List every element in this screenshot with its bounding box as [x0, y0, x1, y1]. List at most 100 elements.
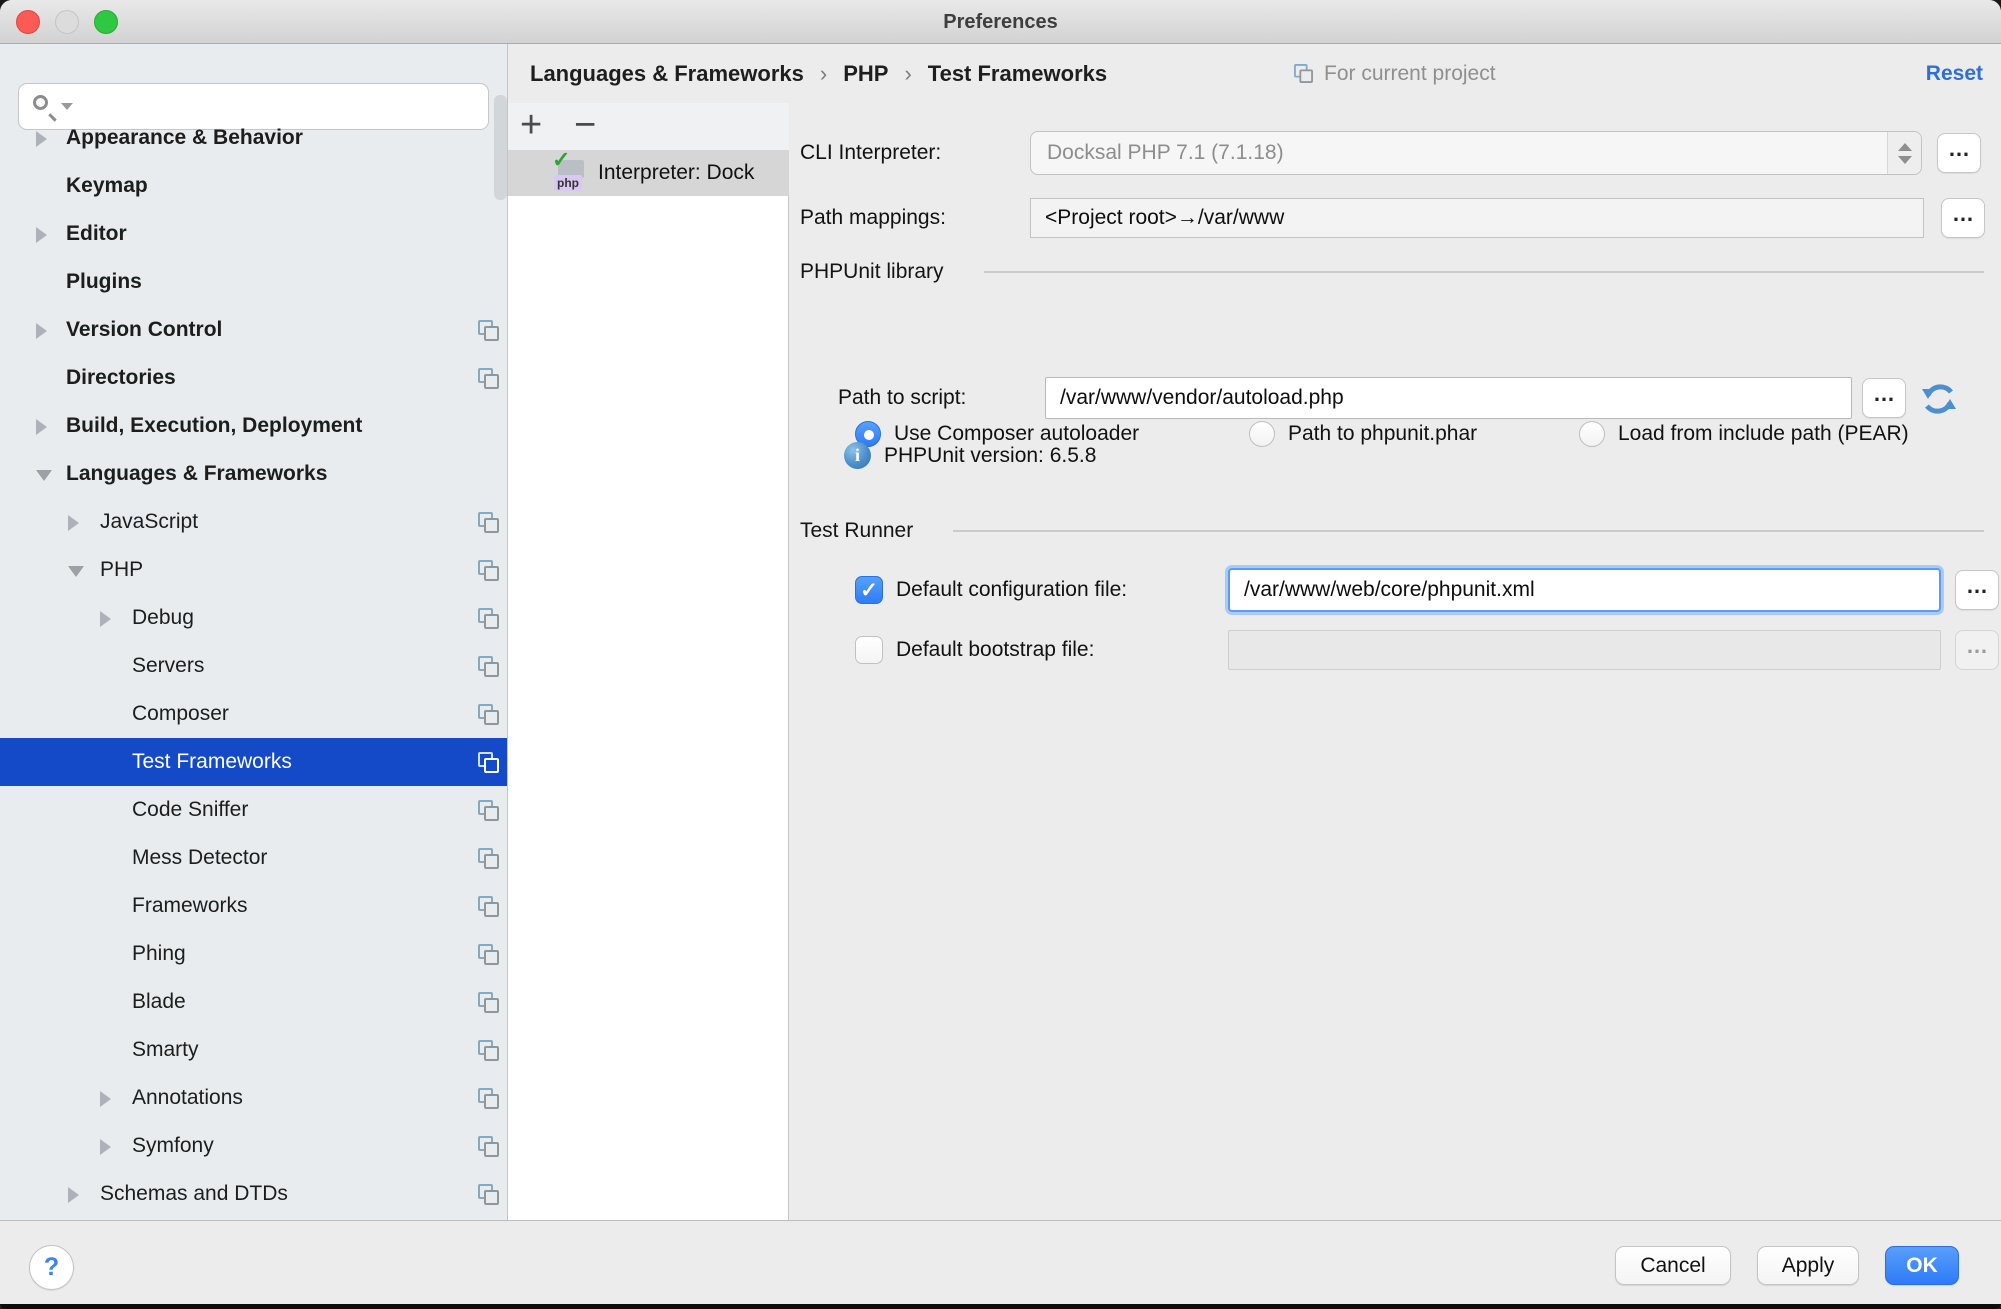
- shared-settings-icon: [477, 1183, 500, 1206]
- sidebar-item-label: Schemas and DTDs: [100, 1170, 288, 1218]
- sidebar-item-label: Keymap: [66, 162, 148, 210]
- sidebar-item-label: Symfony: [132, 1122, 214, 1170]
- sidebar-item-label: Phing: [132, 930, 186, 978]
- sidebar-item-label: JavaScript: [100, 498, 198, 546]
- combo-stepper-icon[interactable]: [1887, 132, 1921, 174]
- sidebar-item-directories[interactable]: Directories: [0, 354, 507, 402]
- cli-interpreter-select[interactable]: Docksal PHP 7.1 (7.1.18): [1030, 131, 1922, 175]
- default-bootstrap-file-checkbox[interactable]: [855, 636, 883, 664]
- chevron-right-icon[interactable]: [36, 227, 47, 243]
- help-button[interactable]: ?: [29, 1245, 74, 1290]
- sidebar-item-javascript[interactable]: JavaScript: [0, 498, 507, 546]
- sidebar-item-annotations[interactable]: Annotations: [0, 1074, 507, 1122]
- shared-settings-icon: [477, 559, 500, 582]
- sidebar-item-php[interactable]: PHP: [0, 546, 507, 594]
- shared-settings-icon: [477, 367, 500, 390]
- path-mappings-browse-button[interactable]: …: [1941, 198, 1985, 238]
- test-runner-title: Test Runner: [800, 519, 913, 543]
- sidebar-item-plugins[interactable]: Plugins: [0, 258, 507, 306]
- breadcrumb-test-frameworks[interactable]: Test Frameworks: [928, 61, 1107, 87]
- radio-load-from-include-path[interactable]: Load from include path (PEAR): [1579, 414, 1909, 454]
- radio-off-icon[interactable]: [1249, 421, 1275, 447]
- radio-path-to-phpunit-phar[interactable]: Path to phpunit.phar: [1249, 414, 1477, 454]
- phpunit-library-title: PHPUnit library: [800, 260, 944, 284]
- chevron-right-icon[interactable]: [36, 131, 47, 147]
- sidebar-item-editor[interactable]: Editor: [0, 210, 507, 258]
- sidebar-item-composer[interactable]: Composer: [0, 690, 507, 738]
- shared-settings-icon: [477, 511, 500, 534]
- sidebar-item-code-sniffer[interactable]: Code Sniffer: [0, 786, 507, 834]
- shared-settings-icon: [477, 1135, 500, 1158]
- reset-link[interactable]: Reset: [1926, 44, 1983, 103]
- interpreter-toolbar: + −: [508, 103, 789, 150]
- checkmark-icon: ✓: [856, 577, 882, 603]
- sidebar-item-build-execution-deployment[interactable]: Build, Execution, Deployment: [0, 402, 507, 450]
- sidebar-item-label: Editor: [66, 210, 127, 258]
- apply-button[interactable]: Apply: [1757, 1246, 1859, 1285]
- shared-settings-icon: [477, 799, 500, 822]
- breadcrumb-php[interactable]: PHP: [843, 61, 888, 87]
- remove-button[interactable]: −: [574, 103, 596, 150]
- path-to-script-input[interactable]: /var/www/vendor/autoload.php: [1045, 377, 1852, 419]
- sidebar-item-servers[interactable]: Servers: [0, 642, 507, 690]
- chevron-right-icon[interactable]: [36, 323, 47, 339]
- radio-off-icon[interactable]: [1579, 421, 1605, 447]
- reload-phpunit-icon[interactable]: [1919, 379, 1959, 419]
- shared-settings-icon: [477, 943, 500, 966]
- chevron-right-icon[interactable]: [68, 515, 79, 531]
- sidebar-item-languages-frameworks[interactable]: Languages & Frameworks: [0, 450, 507, 498]
- shared-settings-icon: [477, 895, 500, 918]
- ok-button[interactable]: OK: [1885, 1246, 1959, 1285]
- breadcrumb-languages-frameworks[interactable]: Languages & Frameworks: [530, 61, 804, 87]
- add-button[interactable]: +: [520, 103, 542, 150]
- sidebar-item-blade[interactable]: Blade: [0, 978, 507, 1026]
- path-mappings-field[interactable]: <Project root>→/var/www: [1030, 198, 1924, 238]
- shared-settings-icon: [477, 607, 500, 630]
- settings-sidebar: Appearance & BehaviorKeymapEditorPlugins…: [0, 44, 508, 1220]
- sidebar-item-keymap[interactable]: Keymap: [0, 162, 507, 210]
- default-configuration-file-checkbox[interactable]: ✓: [855, 576, 883, 604]
- sidebar-item-smarty[interactable]: Smarty: [0, 1026, 507, 1074]
- sidebar-item-debug[interactable]: Debug: [0, 594, 507, 642]
- breadcrumb: Languages & Frameworks › PHP › Test Fram…: [530, 44, 1107, 103]
- sidebar-item-schemas-and-dtds[interactable]: Schemas and DTDs: [0, 1170, 507, 1218]
- path-to-script-browse-button[interactable]: …: [1862, 378, 1906, 418]
- sidebar-item-mess-detector[interactable]: Mess Detector: [0, 834, 507, 882]
- interpreter-list-panel: + − ✓ php Interpreter: Dock: [508, 103, 789, 1220]
- default-bootstrap-file-label: Default bootstrap file:: [896, 628, 1094, 672]
- default-configuration-file-browse-button[interactable]: …: [1955, 570, 1999, 610]
- default-configuration-file-input[interactable]: /var/www/web/core/phpunit.xml: [1228, 568, 1941, 612]
- sidebar-item-test-frameworks[interactable]: Test Frameworks: [0, 738, 507, 786]
- section-divider: [984, 271, 1984, 273]
- chevron-right-icon[interactable]: [68, 1187, 79, 1203]
- sidebar-item-label: Code Sniffer: [132, 786, 248, 834]
- chevron-right-icon[interactable]: [36, 419, 47, 435]
- path-mappings-value: <Project root>→/var/www: [1045, 199, 1284, 237]
- phpunit-version-note: PHPUnit version: 6.5.8: [884, 435, 1096, 477]
- path-to-script-label: Path to script:: [838, 377, 966, 419]
- shared-settings-icon: [1293, 63, 1314, 84]
- sidebar-item-symfony[interactable]: Symfony: [0, 1122, 507, 1170]
- settings-tree: Appearance & BehaviorKeymapEditorPlugins…: [0, 44, 507, 1220]
- sidebar-item-phing[interactable]: Phing: [0, 930, 507, 978]
- sidebar-item-label: Test Frameworks: [132, 738, 292, 786]
- sidebar-item-appearance-behavior[interactable]: Appearance & Behavior: [0, 114, 507, 162]
- info-icon: i: [844, 442, 871, 469]
- chevron-down-icon[interactable]: [36, 470, 52, 481]
- dialog-footer: ? Cancel Apply OK: [0, 1220, 2001, 1305]
- chevron-right-icon[interactable]: [100, 1091, 111, 1107]
- shared-settings-icon: [477, 1039, 500, 1062]
- interpreter-list-item[interactable]: ✓ php Interpreter: Dock: [508, 150, 789, 196]
- chevron-right-icon[interactable]: [100, 1139, 111, 1155]
- default-configuration-file-value: /var/www/web/core/phpunit.xml: [1244, 570, 1535, 610]
- cli-interpreter-browse-button[interactable]: …: [1937, 133, 1981, 173]
- sidebar-item-version-control[interactable]: Version Control: [0, 306, 507, 354]
- chevron-down-icon[interactable]: [68, 566, 84, 577]
- sidebar-item-frameworks[interactable]: Frameworks: [0, 882, 507, 930]
- sidebar-item-label: Version Control: [66, 306, 222, 354]
- chevron-right-icon[interactable]: [100, 611, 111, 627]
- path-mappings-label: Path mappings:: [800, 198, 946, 238]
- scope-note-label: For current project: [1324, 62, 1496, 86]
- cancel-button[interactable]: Cancel: [1615, 1246, 1731, 1285]
- section-divider: [953, 530, 1984, 532]
